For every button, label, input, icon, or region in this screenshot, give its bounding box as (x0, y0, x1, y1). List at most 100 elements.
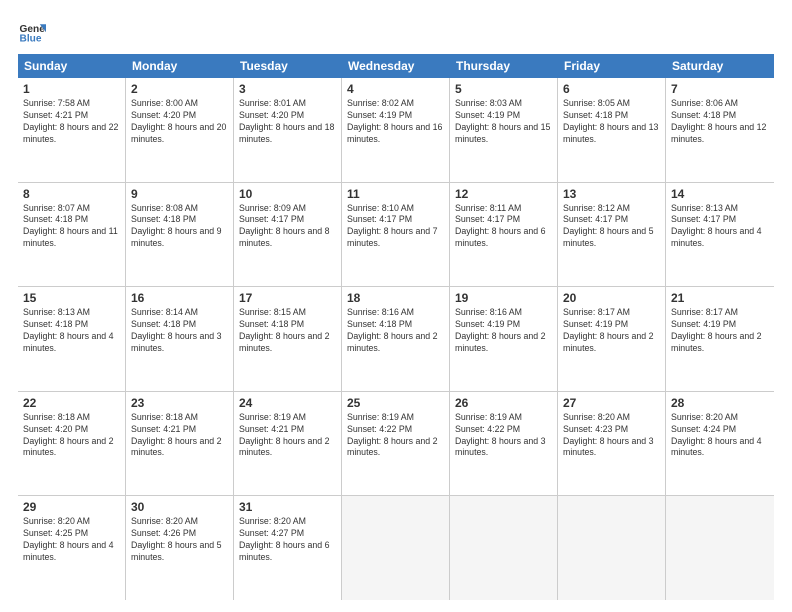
header-day-thursday: Thursday (450, 54, 558, 78)
day-info: Sunrise: 8:18 AM Sunset: 4:20 PM Dayligh… (23, 412, 120, 460)
day-number: 30 (131, 500, 228, 514)
day-cell-11: 11 Sunrise: 8:10 AM Sunset: 4:17 PM Dayli… (342, 183, 450, 287)
day-cell-19: 19 Sunrise: 8:16 AM Sunset: 4:19 PM Dayli… (450, 287, 558, 391)
day-number: 27 (563, 396, 660, 410)
day-info: Sunrise: 8:15 AM Sunset: 4:18 PM Dayligh… (239, 307, 336, 355)
header-day-monday: Monday (126, 54, 234, 78)
day-info: Sunrise: 8:13 AM Sunset: 4:17 PM Dayligh… (671, 203, 769, 251)
day-number: 23 (131, 396, 228, 410)
calendar-header: SundayMondayTuesdayWednesdayThursdayFrid… (18, 54, 774, 78)
calendar-body: 1 Sunrise: 7:58 AM Sunset: 4:21 PM Daylig… (18, 78, 774, 600)
day-info: Sunrise: 8:19 AM Sunset: 4:22 PM Dayligh… (455, 412, 552, 460)
day-info: Sunrise: 8:19 AM Sunset: 4:22 PM Dayligh… (347, 412, 444, 460)
day-info: Sunrise: 8:11 AM Sunset: 4:17 PM Dayligh… (455, 203, 552, 251)
day-cell-6: 6Sunrise: 8:05 AM Sunset: 4:18 PM Daylig… (558, 78, 666, 182)
day-number: 3 (239, 82, 336, 96)
day-number: 12 (455, 187, 552, 201)
day-cell-10: 10 Sunrise: 8:09 AM Sunset: 4:17 PM Dayli… (234, 183, 342, 287)
day-number: 14 (671, 187, 769, 201)
header-day-wednesday: Wednesday (342, 54, 450, 78)
day-cell-3: 3 Sunrise: 8:01 AM Sunset: 4:20 PM Daylig… (234, 78, 342, 182)
header-day-tuesday: Tuesday (234, 54, 342, 78)
day-info: Sunrise: 8:20 AM Sunset: 4:25 PM Dayligh… (23, 516, 120, 564)
day-cell-12: 12 Sunrise: 8:11 AM Sunset: 4:17 PM Dayli… (450, 183, 558, 287)
empty-cell (666, 496, 774, 600)
day-info: Sunrise: 8:00 AM Sunset: 4:20 PM Dayligh… (131, 98, 228, 146)
day-cell-30: 30 Sunrise: 8:20 AM Sunset: 4:26 PM Dayli… (126, 496, 234, 600)
day-info: Sunrise: 8:20 AM Sunset: 4:27 PM Dayligh… (239, 516, 336, 564)
day-number: 7 (671, 82, 769, 96)
day-cell-16: 16 Sunrise: 8:14 AM Sunset: 4:18 PM Dayli… (126, 287, 234, 391)
day-cell-20: 20 Sunrise: 8:17 AM Sunset: 4:19 PM Dayli… (558, 287, 666, 391)
day-cell-25: 25 Sunrise: 8:19 AM Sunset: 4:22 PM Dayli… (342, 392, 450, 496)
day-info: Sunrise: 8:17 AM Sunset: 4:19 PM Dayligh… (563, 307, 660, 355)
empty-cell (342, 496, 450, 600)
day-info: Sunrise: 7:58 AM Sunset: 4:21 PM Dayligh… (23, 98, 120, 146)
day-cell-23: 23 Sunrise: 8:18 AM Sunset: 4:21 PM Dayli… (126, 392, 234, 496)
day-number: 11 (347, 187, 444, 201)
calendar-row-1: 1 Sunrise: 7:58 AM Sunset: 4:21 PM Daylig… (18, 78, 774, 183)
calendar-row-3: 15Sunrise: 8:13 AM Sunset: 4:18 PM Dayli… (18, 287, 774, 392)
day-number: 25 (347, 396, 444, 410)
day-cell-4: 4 Sunrise: 8:02 AM Sunset: 4:19 PM Daylig… (342, 78, 450, 182)
day-cell-31: 31 Sunrise: 8:20 AM Sunset: 4:27 PM Dayli… (234, 496, 342, 600)
day-cell-5: 5Sunrise: 8:03 AM Sunset: 4:19 PM Daylig… (450, 78, 558, 182)
day-cell-26: 26 Sunrise: 8:19 AM Sunset: 4:22 PM Dayli… (450, 392, 558, 496)
day-number: 19 (455, 291, 552, 305)
header-day-sunday: Sunday (18, 54, 126, 78)
day-cell-24: 24Sunrise: 8:19 AM Sunset: 4:21 PM Dayli… (234, 392, 342, 496)
day-cell-22: 22 Sunrise: 8:18 AM Sunset: 4:20 PM Dayli… (18, 392, 126, 496)
calendar-row-5: 29 Sunrise: 8:20 AM Sunset: 4:25 PM Dayli… (18, 496, 774, 600)
day-info: Sunrise: 8:07 AM Sunset: 4:18 PM Dayligh… (23, 203, 120, 251)
day-number: 28 (671, 396, 769, 410)
day-number: 13 (563, 187, 660, 201)
day-info: Sunrise: 8:20 AM Sunset: 4:23 PM Dayligh… (563, 412, 660, 460)
day-info: Sunrise: 8:20 AM Sunset: 4:26 PM Dayligh… (131, 516, 228, 564)
day-info: Sunrise: 8:01 AM Sunset: 4:20 PM Dayligh… (239, 98, 336, 146)
day-number: 31 (239, 500, 336, 514)
header-day-friday: Friday (558, 54, 666, 78)
day-info: Sunrise: 8:05 AM Sunset: 4:18 PM Dayligh… (563, 98, 660, 146)
day-number: 20 (563, 291, 660, 305)
day-number: 26 (455, 396, 552, 410)
day-number: 22 (23, 396, 120, 410)
day-number: 5 (455, 82, 552, 96)
day-info: Sunrise: 8:09 AM Sunset: 4:17 PM Dayligh… (239, 203, 336, 251)
day-info: Sunrise: 8:06 AM Sunset: 4:18 PM Dayligh… (671, 98, 769, 146)
day-info: Sunrise: 8:16 AM Sunset: 4:19 PM Dayligh… (455, 307, 552, 355)
day-number: 1 (23, 82, 120, 96)
day-cell-29: 29 Sunrise: 8:20 AM Sunset: 4:25 PM Dayli… (18, 496, 126, 600)
day-cell-21: 21 Sunrise: 8:17 AM Sunset: 4:19 PM Dayli… (666, 287, 774, 391)
day-cell-9: 9Sunrise: 8:08 AM Sunset: 4:18 PM Daylig… (126, 183, 234, 287)
day-number: 2 (131, 82, 228, 96)
day-number: 29 (23, 500, 120, 514)
day-number: 18 (347, 291, 444, 305)
day-number: 10 (239, 187, 336, 201)
day-cell-14: 14 Sunrise: 8:13 AM Sunset: 4:17 PM Dayli… (666, 183, 774, 287)
empty-cell (450, 496, 558, 600)
day-info: Sunrise: 8:10 AM Sunset: 4:17 PM Dayligh… (347, 203, 444, 251)
day-cell-28: 28 Sunrise: 8:20 AM Sunset: 4:24 PM Dayli… (666, 392, 774, 496)
day-info: Sunrise: 8:02 AM Sunset: 4:19 PM Dayligh… (347, 98, 444, 146)
day-info: Sunrise: 8:20 AM Sunset: 4:24 PM Dayligh… (671, 412, 769, 460)
day-number: 16 (131, 291, 228, 305)
day-number: 17 (239, 291, 336, 305)
day-cell-2: 2 Sunrise: 8:00 AM Sunset: 4:20 PM Daylig… (126, 78, 234, 182)
day-info: Sunrise: 8:17 AM Sunset: 4:19 PM Dayligh… (671, 307, 769, 355)
day-number: 4 (347, 82, 444, 96)
empty-cell (558, 496, 666, 600)
calendar-row-2: 8Sunrise: 8:07 AM Sunset: 4:18 PM Daylig… (18, 183, 774, 288)
day-cell-7: 7 Sunrise: 8:06 AM Sunset: 4:18 PM Daylig… (666, 78, 774, 182)
day-cell-1: 1 Sunrise: 7:58 AM Sunset: 4:21 PM Daylig… (18, 78, 126, 182)
header: General Blue (18, 18, 774, 46)
day-info: Sunrise: 8:14 AM Sunset: 4:18 PM Dayligh… (131, 307, 228, 355)
day-info: Sunrise: 8:16 AM Sunset: 4:18 PM Dayligh… (347, 307, 444, 355)
day-number: 21 (671, 291, 769, 305)
day-info: Sunrise: 8:13 AM Sunset: 4:18 PM Dayligh… (23, 307, 120, 355)
page: General Blue SundayMondayTuesdayWednesda… (0, 0, 792, 612)
logo: General Blue (18, 18, 50, 46)
header-day-saturday: Saturday (666, 54, 774, 78)
day-info: Sunrise: 8:18 AM Sunset: 4:21 PM Dayligh… (131, 412, 228, 460)
logo-icon: General Blue (18, 18, 46, 46)
calendar: SundayMondayTuesdayWednesdayThursdayFrid… (18, 54, 774, 600)
